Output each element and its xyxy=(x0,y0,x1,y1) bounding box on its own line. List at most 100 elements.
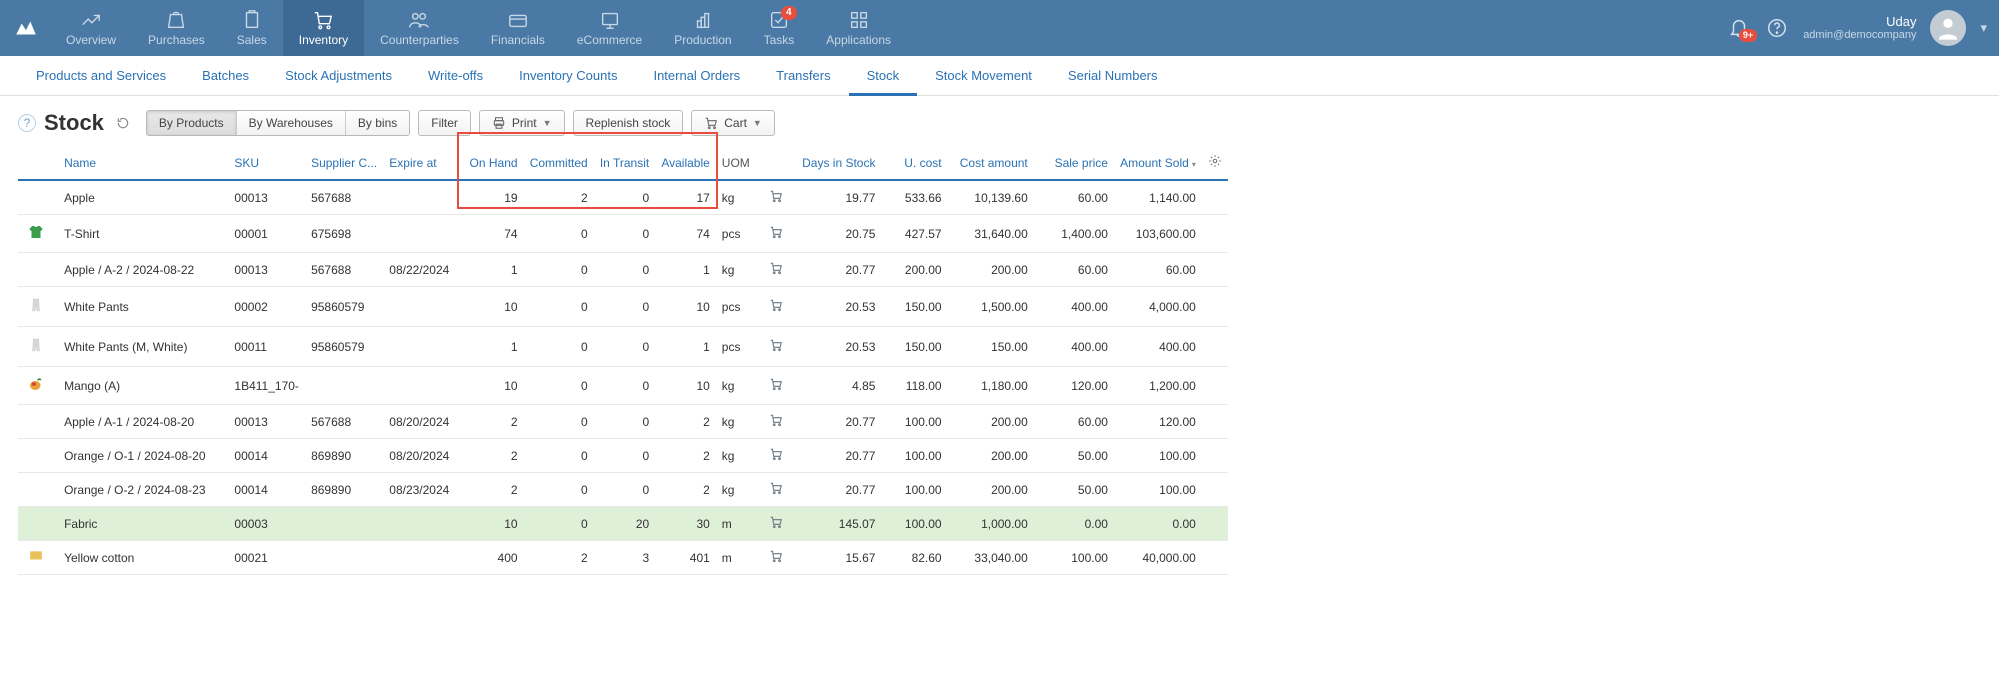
nav-financials[interactable]: Financials xyxy=(475,0,561,56)
row-cart-button[interactable] xyxy=(756,439,796,473)
refresh-button[interactable] xyxy=(114,114,132,132)
table-row[interactable]: T-Shirt00001675698740074pcs20.75427.5731… xyxy=(18,215,1228,253)
tab-transfers[interactable]: Transfers xyxy=(758,56,848,96)
row-cart-button[interactable] xyxy=(756,473,796,507)
row-cart-button[interactable] xyxy=(756,215,796,253)
table-row[interactable]: Yellow cotton0002140023401m15.6782.6033,… xyxy=(18,541,1228,575)
col-sale-price[interactable]: Sale price xyxy=(1034,144,1114,180)
cell-sale-price: 60.00 xyxy=(1034,253,1114,287)
tab-serial-numbers[interactable]: Serial Numbers xyxy=(1050,56,1176,96)
cell-name[interactable]: Mango (A) xyxy=(58,367,228,405)
table-row[interactable]: Orange / O-1 / 2024-08-200001486989008/2… xyxy=(18,439,1228,473)
row-cart-button[interactable] xyxy=(756,367,796,405)
table-header-row: Name SKU Supplier C... Expire at On Hand… xyxy=(18,144,1228,180)
row-cart-button[interactable] xyxy=(756,253,796,287)
nav-label: Purchases xyxy=(148,33,205,47)
col-amount-sold[interactable]: Amount Sold xyxy=(1114,144,1202,180)
nav-purchases[interactable]: Purchases xyxy=(132,0,221,56)
cell-name[interactable]: Orange / O-2 / 2024-08-23 xyxy=(58,473,228,507)
cell-name[interactable]: Apple / A-2 / 2024-08-22 xyxy=(58,253,228,287)
nav-inventory[interactable]: Inventory xyxy=(283,0,364,56)
col-expire[interactable]: Expire at xyxy=(383,144,463,180)
cell-uom: kg xyxy=(716,180,756,215)
row-cart-button[interactable] xyxy=(756,287,796,327)
nav-production[interactable]: Production xyxy=(658,0,747,56)
table-row[interactable]: Orange / O-2 / 2024-08-230001486989008/2… xyxy=(18,473,1228,507)
nav-applications[interactable]: Applications xyxy=(810,0,907,56)
cell-name[interactable]: T-Shirt xyxy=(58,215,228,253)
cart-button[interactable]: Cart ▼ xyxy=(691,110,775,136)
col-u-cost[interactable]: U. cost xyxy=(881,144,947,180)
table-row[interactable]: Apple00013567688192017kg19.77533.6610,13… xyxy=(18,180,1228,215)
row-cart-button[interactable] xyxy=(756,507,796,541)
cell-gear xyxy=(1202,287,1228,327)
nav-ecommerce[interactable]: eCommerce xyxy=(561,0,658,56)
col-cost-amount[interactable]: Cost amount xyxy=(948,144,1034,180)
col-supplier-code[interactable]: Supplier C... xyxy=(305,144,383,180)
chevron-down-icon: ▼ xyxy=(543,118,552,128)
tab-stock-adjustments[interactable]: Stock Adjustments xyxy=(267,56,410,96)
table-row[interactable]: Apple / A-1 / 2024-08-200001356768808/20… xyxy=(18,405,1228,439)
notifications-button[interactable]: 9+ xyxy=(1727,16,1751,40)
chevron-down-icon[interactable]: ▾ xyxy=(1980,20,1987,36)
cell-name[interactable]: Orange / O-1 / 2024-08-20 xyxy=(58,439,228,473)
help-button[interactable] xyxy=(1765,16,1789,40)
nav-sales[interactable]: Sales xyxy=(221,0,283,56)
cell-in-transit: 0 xyxy=(594,367,655,405)
tab-internal-orders[interactable]: Internal Orders xyxy=(635,56,758,96)
financials-icon xyxy=(507,9,529,31)
chevron-down-icon: ▼ xyxy=(753,118,762,128)
nav-overview[interactable]: Overview xyxy=(50,0,132,56)
tab-products-services[interactable]: Products and Services xyxy=(18,56,184,96)
col-settings[interactable] xyxy=(1202,144,1228,180)
col-sku[interactable]: SKU xyxy=(228,144,305,180)
production-icon xyxy=(692,9,714,31)
col-available[interactable]: Available xyxy=(655,144,716,180)
nav-counterparties[interactable]: Counterparties xyxy=(364,0,475,56)
table-row[interactable]: White Pants0000295860579100010pcs20.5315… xyxy=(18,287,1228,327)
cell-amount-sold: 4,000.00 xyxy=(1114,287,1202,327)
cell-name[interactable]: White Pants xyxy=(58,287,228,327)
cell-gear xyxy=(1202,367,1228,405)
col-committed[interactable]: Committed xyxy=(524,144,594,180)
row-cart-button[interactable] xyxy=(756,541,796,575)
tab-write-offs[interactable]: Write-offs xyxy=(410,56,501,96)
print-button[interactable]: Print ▼ xyxy=(479,110,565,136)
col-in-transit[interactable]: In Transit xyxy=(594,144,655,180)
row-cart-button[interactable] xyxy=(756,327,796,367)
tab-stock[interactable]: Stock xyxy=(849,56,918,96)
seg-by-bins[interactable]: By bins xyxy=(346,111,409,135)
tab-batches[interactable]: Batches xyxy=(184,56,267,96)
app-logo[interactable] xyxy=(12,14,40,42)
purchases-icon xyxy=(165,9,187,31)
tab-stock-movement[interactable]: Stock Movement xyxy=(917,56,1050,96)
table-row[interactable]: Fabric000031002030m145.07100.001,000.000… xyxy=(18,507,1228,541)
table-row[interactable]: Apple / A-2 / 2024-08-220001356768808/22… xyxy=(18,253,1228,287)
cell-name[interactable]: White Pants (M, White) xyxy=(58,327,228,367)
cell-name[interactable]: Apple xyxy=(58,180,228,215)
cell-sale-price: 400.00 xyxy=(1034,327,1114,367)
cell-u-cost: 100.00 xyxy=(881,405,947,439)
seg-by-warehouses[interactable]: By Warehouses xyxy=(237,111,346,135)
tab-inventory-counts[interactable]: Inventory Counts xyxy=(501,56,635,96)
col-name[interactable]: Name xyxy=(58,144,228,180)
filter-button[interactable]: Filter xyxy=(418,110,471,136)
col-days-in-stock[interactable]: Days in Stock xyxy=(796,144,882,180)
table-row[interactable]: White Pants (M, White)00011958605791001p… xyxy=(18,327,1228,367)
row-cart-button[interactable] xyxy=(756,405,796,439)
cart-icon xyxy=(769,413,783,427)
cell-name[interactable]: Apple / A-1 / 2024-08-20 xyxy=(58,405,228,439)
user-block[interactable]: Uday admin@democompany xyxy=(1803,14,1916,43)
avatar[interactable] xyxy=(1930,10,1966,46)
table-row[interactable]: Mango (A)1B411_170-100010kg4.85118.001,1… xyxy=(18,367,1228,405)
cell-name[interactable]: Fabric xyxy=(58,507,228,541)
nav-tasks[interactable]: 4 Tasks xyxy=(748,0,811,56)
seg-by-products[interactable]: By Products xyxy=(147,111,237,135)
cell-name[interactable]: Yellow cotton xyxy=(58,541,228,575)
row-cart-button[interactable] xyxy=(756,180,796,215)
col-on-hand[interactable]: On Hand xyxy=(463,144,523,180)
cell-amount-sold: 60.00 xyxy=(1114,253,1202,287)
col-uom[interactable]: UOM xyxy=(716,144,756,180)
page-help-icon[interactable]: ? xyxy=(18,114,36,132)
replenish-button[interactable]: Replenish stock xyxy=(573,110,684,136)
